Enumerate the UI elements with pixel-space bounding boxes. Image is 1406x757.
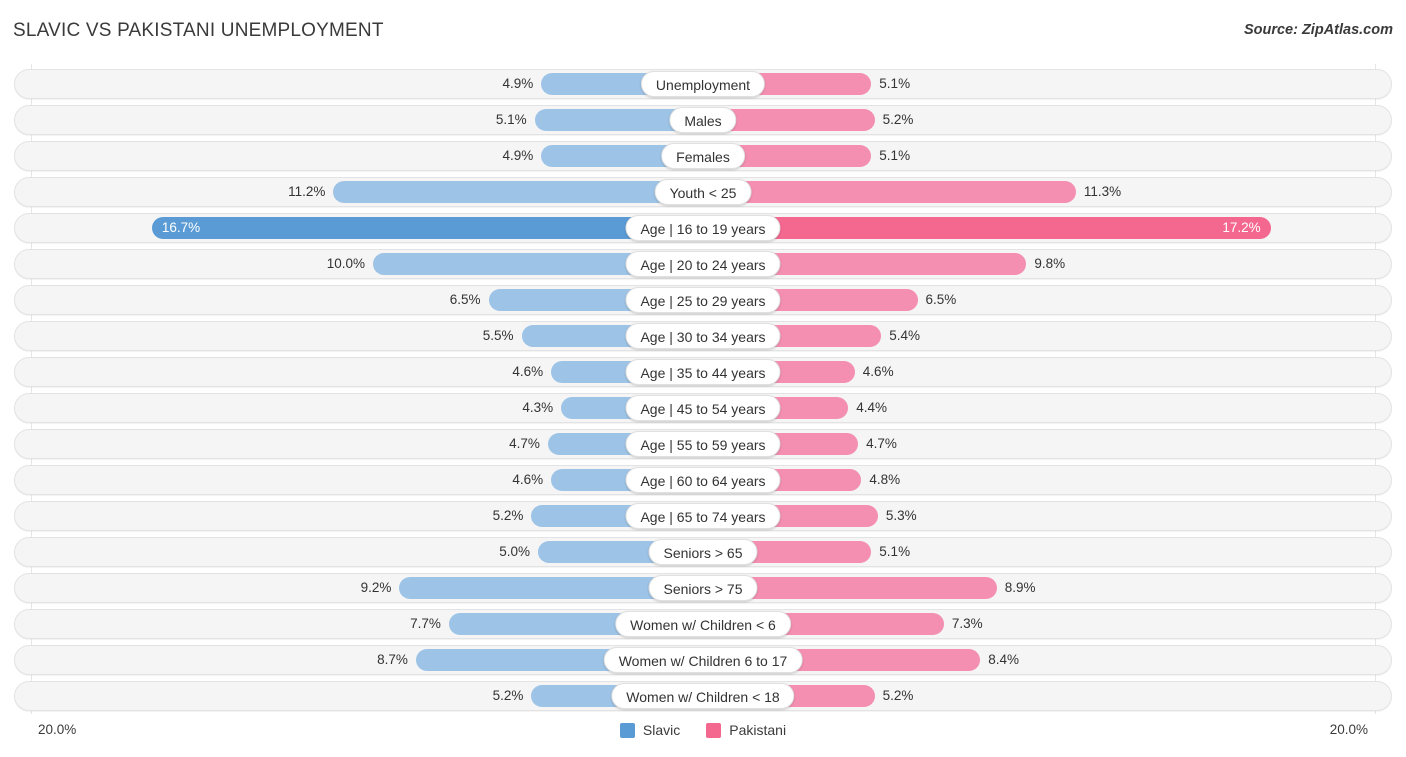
category-label-pill: Women w/ Children < 18: [611, 683, 795, 709]
value-label-pakistani: 4.6%: [862, 364, 894, 379]
value-label-slavic: 4.6%: [512, 364, 544, 379]
value-label-pakistani: 8.9%: [1004, 580, 1036, 595]
value-label-pakistani: 6.5%: [925, 292, 957, 307]
bar-pakistani: [703, 217, 1271, 239]
value-label-pakistani: 4.8%: [869, 472, 901, 487]
category-label-pill: Age | 65 to 74 years: [625, 503, 781, 529]
category-label-pill: Seniors > 75: [648, 575, 758, 601]
chart-row: 9.2% 8.9% Seniors > 75: [14, 573, 1392, 603]
category-label-pill: Age | 25 to 29 years: [625, 287, 781, 313]
chart-row: 5.1% 5.2% Males: [14, 105, 1392, 135]
value-label-slavic: 8.7%: [377, 652, 408, 667]
value-label-pakistani: 5.1%: [879, 76, 911, 91]
value-label-pakistani: 5.4%: [889, 328, 920, 343]
page-title: SLAVIC VS PAKISTANI UNEMPLOYMENT: [13, 20, 384, 41]
bar-slavic: [151, 217, 703, 239]
legend-item[interactable]: Slavic: [619, 722, 681, 738]
value-label-slavic: 16.7%: [161, 220, 201, 235]
value-label-pakistani: 5.1%: [879, 544, 911, 559]
category-label-pill: Youth < 25: [654, 179, 752, 205]
category-label-pill: Age | 55 to 59 years: [625, 431, 781, 457]
value-label-pakistani: 4.7%: [866, 436, 897, 451]
axis-label-right: 20.0%: [1329, 722, 1368, 737]
axis-label-left: 20.0%: [38, 722, 77, 737]
chart-row: 10.0% 9.8% Age | 20 to 24 years: [14, 249, 1392, 279]
value-label-slavic: 4.3%: [522, 400, 554, 415]
value-label-slavic: 5.2%: [492, 508, 524, 523]
bar-pakistani: [703, 181, 1076, 203]
chart-row: 5.2% 5.2% Women w/ Children < 18: [14, 681, 1392, 711]
category-label-pill: Seniors > 65: [648, 539, 758, 565]
legend-swatch-icon: [619, 722, 635, 738]
legend-label: Slavic: [642, 722, 681, 738]
category-label-pill: Males: [669, 107, 737, 133]
category-label-pill: Age | 30 to 34 years: [625, 323, 781, 349]
category-label-pill: Age | 45 to 54 years: [625, 395, 781, 421]
chart-row: 16.7% 17.2% Age | 16 to 19 years: [14, 213, 1392, 243]
legend-swatch-icon: [706, 722, 722, 738]
category-label-pill: Age | 35 to 44 years: [625, 359, 781, 385]
value-label-pakistani: 9.8%: [1034, 256, 1066, 271]
chart-row: 7.7% 7.3% Women w/ Children < 6: [14, 609, 1392, 639]
value-label-slavic: 4.9%: [502, 76, 534, 91]
chart-row: 4.6% 4.8% Age | 60 to 64 years: [14, 465, 1392, 495]
category-label-pill: Unemployment: [640, 71, 766, 97]
value-label-pakistani: 7.3%: [951, 616, 983, 631]
chart-plot-area: 4.9% 5.1% Unemployment 5.1% 5.2% Males 4.9% 5.1…: [14, 64, 1392, 714]
chart-row: 4.6% 4.6% Age | 35 to 44 years: [14, 357, 1392, 387]
value-label-slavic: 5.0%: [499, 544, 530, 559]
value-label-pakistani: 5.3%: [885, 508, 917, 523]
value-label-slavic: 10.0%: [326, 256, 365, 271]
chart-legend: Slavic Pakistani: [0, 722, 1406, 738]
chart-row: 8.7% 8.4% Women w/ Children 6 to 17: [14, 645, 1392, 675]
value-label-slavic: 7.7%: [410, 616, 441, 631]
chart-row: 5.0% 5.1% Seniors > 65: [14, 537, 1392, 567]
category-label-pill: Women w/ Children < 6: [615, 611, 791, 637]
value-label-slavic: 6.5%: [449, 292, 481, 307]
category-label-pill: Age | 60 to 64 years: [625, 467, 781, 493]
value-label-slavic: 4.6%: [512, 472, 544, 487]
chart-row: 4.9% 5.1% Unemployment: [14, 69, 1392, 99]
source-attribution: Source: ZipAtlas.com: [1243, 22, 1393, 38]
bar-slavic: [333, 181, 703, 203]
value-label-slavic: 9.2%: [360, 580, 392, 595]
category-label-pill: Women w/ Children 6 to 17: [603, 647, 803, 673]
value-label-slavic: 4.7%: [509, 436, 540, 451]
legend-item[interactable]: Pakistani: [706, 722, 786, 738]
value-label-pakistani: 4.4%: [856, 400, 887, 415]
category-label-pill: Age | 16 to 19 years: [625, 215, 781, 241]
chart-row: 4.7% 4.7% Age | 55 to 59 years: [14, 429, 1392, 459]
value-label-pakistani: 5.2%: [882, 112, 914, 127]
chart-row: 5.5% 5.4% Age | 30 to 34 years: [14, 321, 1392, 351]
chart-row: 5.2% 5.3% Age | 65 to 74 years: [14, 501, 1392, 531]
category-label-pill: Females: [661, 143, 745, 169]
category-label-pill: Age | 20 to 24 years: [625, 251, 781, 277]
chart-row: 11.2% 11.3% Youth < 25: [14, 177, 1392, 207]
value-label-slavic: 5.5%: [482, 328, 514, 343]
chart-row: 6.5% 6.5% Age | 25 to 29 years: [14, 285, 1392, 315]
value-label-pakistani: 11.3%: [1083, 184, 1122, 199]
value-label-pakistani: 5.2%: [882, 688, 914, 703]
value-label-slavic: 5.1%: [495, 112, 527, 127]
value-label-slavic: 4.9%: [502, 148, 534, 163]
legend-label: Pakistani: [729, 722, 787, 738]
value-label-pakistani: 17.2%: [1222, 220, 1261, 235]
chart-page: SLAVIC VS PAKISTANI UNEMPLOYMENT Source:…: [0, 0, 1406, 757]
value-label-slavic: 11.2%: [288, 184, 326, 199]
value-label-pakistani: 8.4%: [988, 652, 1019, 667]
value-label-pakistani: 5.1%: [879, 148, 911, 163]
chart-row: 4.9% 5.1% Females: [14, 141, 1392, 171]
chart-row: 4.3% 4.4% Age | 45 to 54 years: [14, 393, 1392, 423]
value-label-slavic: 5.2%: [492, 688, 524, 703]
